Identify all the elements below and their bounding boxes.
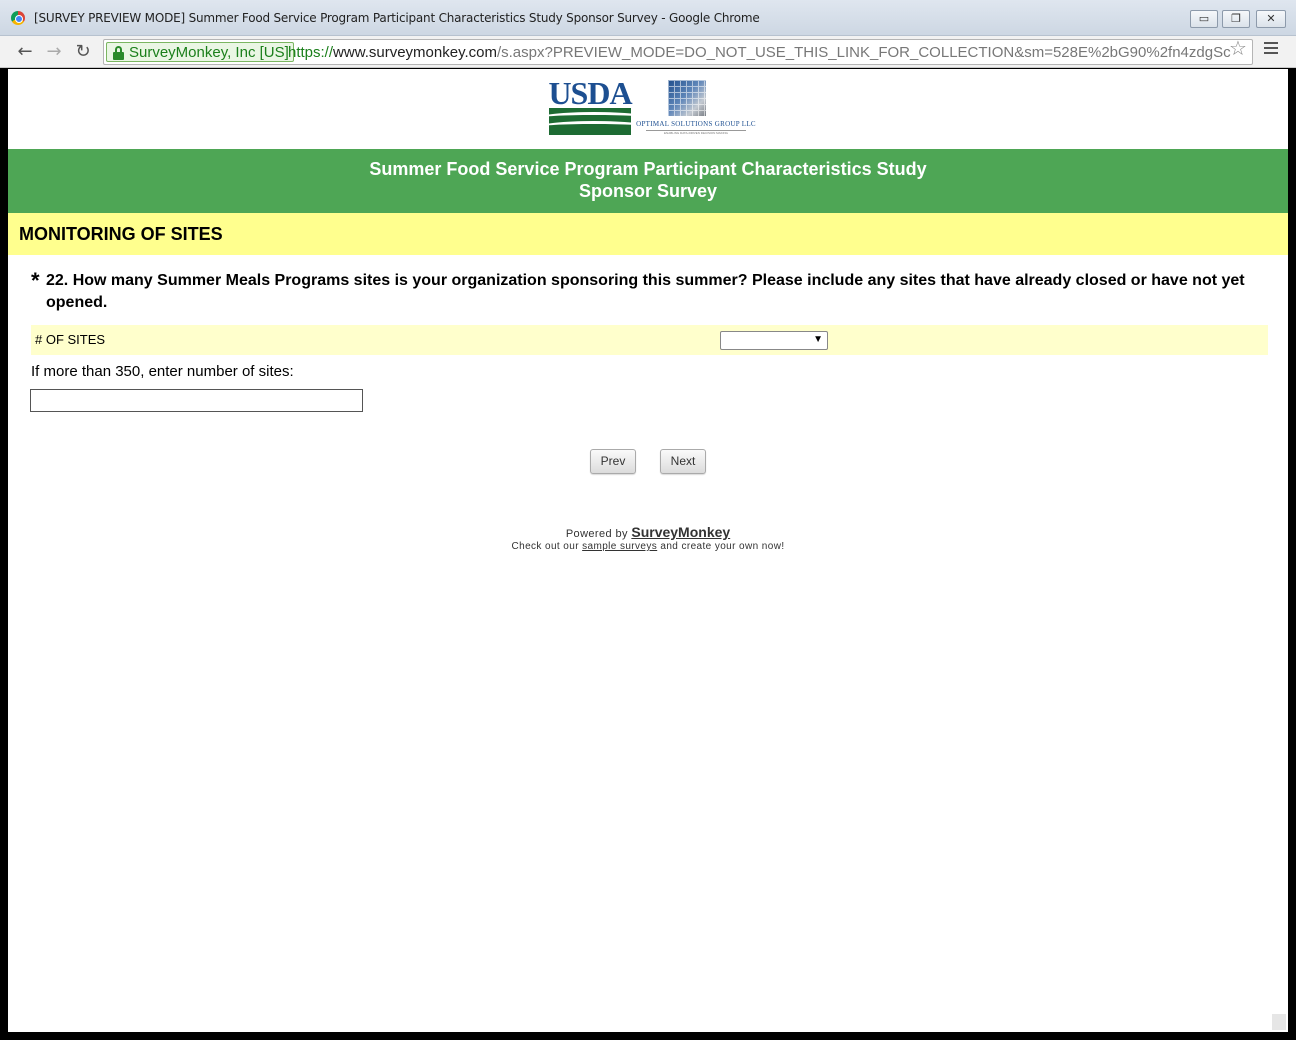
usda-logo-text: USDA [548,75,632,111]
close-window-button[interactable]: ✕ [1256,10,1286,28]
page-viewport: USDA OPTIMAL SOLUTIONS GROUP LLC ENABLIN… [8,69,1288,1032]
section-header: MONITORING OF SITES [8,213,1288,255]
checkout-prefix: Check out our [511,541,583,552]
optimal-solutions-logo: OPTIMAL SOLUTIONS GROUP LLC ENABLING DAT… [636,80,756,136]
powered-by: Powered by SurveyMonkey [8,524,1288,540]
minimize-button[interactable]: ▭ [1190,10,1218,28]
other-sites-input[interactable] [30,389,363,412]
survey-title: Summer Food Service Program Participant … [369,159,927,179]
usda-logo: USDA [548,75,633,136]
browser-toolbar: ← → ↻ SurveyMonkey, Inc [US] https://www… [0,36,1296,68]
bookmark-star-icon[interactable]: ☆ [1229,39,1247,59]
title-bar: [SURVEY PREVIEW MODE] Summer Food Servic… [0,0,1296,36]
address-bar[interactable]: SurveyMonkey, Inc [US] https://www.surve… [103,39,1253,65]
sites-row: # OF SITES ▼ [31,325,1268,355]
url-scheme: https:// [288,44,334,61]
ev-certificate-badge[interactable]: SurveyMonkey, Inc [US] [106,42,294,62]
surveymonkey-link[interactable]: SurveyMonkey [631,524,730,540]
checkout-line: Check out our sample surveys and create … [8,541,1288,552]
url-text[interactable]: https://www.surveymonkey.com/s.aspx?PREV… [288,44,1231,61]
survey-title-banner: Summer Food Service Program Participant … [8,149,1288,213]
sites-count-dropdown[interactable]: ▼ [720,331,828,350]
window-edge [1289,69,1296,1032]
osg-grid-icon [668,80,706,116]
section-title: MONITORING OF SITES [19,224,223,244]
reload-button[interactable]: ↻ [72,41,94,63]
required-asterisk: * [31,268,40,293]
lock-icon [113,46,124,60]
osg-name: OPTIMAL SOLUTIONS GROUP LLC [636,120,756,128]
footer: Powered by SurveyMonkey Check out our sa… [8,524,1288,552]
prev-button[interactable]: Prev [590,449,636,474]
next-button[interactable]: Next [660,449,706,474]
url-path: /s.aspx?PREVIEW_MODE=DO_NOT_USE_THIS_LIN… [496,44,1231,61]
powered-prefix: Powered by [565,528,632,540]
checkout-suffix: and create your own now! [657,541,785,552]
dropdown-arrow-icon: ▼ [813,334,823,345]
chrome-menu-icon[interactable] [1264,42,1278,56]
scroll-corner [1272,1014,1286,1030]
other-sites-label: If more than 350, enter number of sites: [31,363,294,380]
ev-label: SurveyMonkey, Inc [US] [129,44,289,61]
back-button[interactable]: ← [14,41,36,63]
osg-tagline: ENABLING DATA-DRIVEN DECISION MAKING [646,130,746,135]
question-text: 22. How many Summer Meals Programs sites… [46,272,1245,311]
survey-subtitle: Sponsor Survey [578,181,718,201]
forward-button[interactable]: → [43,41,65,63]
chrome-logo-icon [11,11,25,25]
header-logos: USDA OPTIMAL SOLUTIONS GROUP LLC ENABLIN… [548,75,758,138]
sample-surveys-link[interactable]: sample surveys [582,541,657,552]
maximize-button[interactable]: ❐ [1222,10,1250,28]
sites-row-label: # OF SITES [35,332,106,347]
window-title: [SURVEY PREVIEW MODE] Summer Food Servic… [34,11,760,25]
browser-window: [SURVEY PREVIEW MODE] Summer Food Servic… [0,0,1296,1040]
url-host: www.surveymonkey.com [333,44,497,61]
